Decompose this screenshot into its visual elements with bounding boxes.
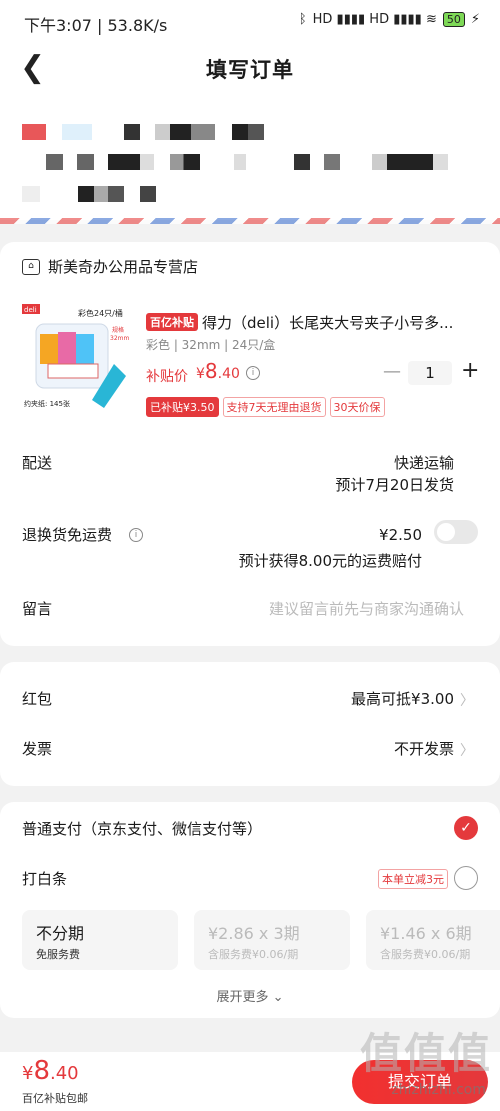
product-tags: 已补贴¥3.50 支持7天无理由退货 30天价保: [146, 397, 385, 417]
plan-sub: 含服务费¥0.06/期: [208, 948, 299, 961]
charging-icon: ⚡: [470, 12, 480, 27]
redacted-block: [232, 124, 264, 140]
chevron-right-icon: 〉: [460, 743, 474, 759]
svg-text:32mm: 32mm: [110, 335, 129, 342]
plan-title: ¥2.86 x 3期: [208, 924, 300, 943]
product-spec: 彩色 | 32mm | 24只/盒: [146, 338, 276, 352]
product-price: ¥8.40: [196, 359, 240, 383]
message-input[interactable]: 建议留言前先与商家沟通确认: [269, 598, 464, 619]
installment-plan-3[interactable]: ¥2.86 x 3期 含服务费¥0.06/期: [194, 910, 350, 970]
redacted-block: [294, 154, 340, 170]
shop-name: 斯美奇办公用品专营店: [48, 258, 199, 276]
status-icons: ᛒ HD ▮▮▮▮ HD ▮▮▮▮ ≋ 50 ⚡: [299, 12, 480, 27]
redpacket-label: 红包: [22, 690, 53, 708]
status-bar: 下午3:07 | 53.8K/s ᛒ HD ▮▮▮▮ HD ▮▮▮▮ ≋ 50 …: [0, 0, 500, 44]
address-block[interactable]: [0, 90, 500, 220]
radio-icon[interactable]: [454, 866, 478, 890]
installment-plan-6[interactable]: ¥1.46 x 6期 含服务费¥0.06/期: [366, 910, 500, 970]
return-fee-toggle[interactable]: [434, 520, 478, 544]
svg-text:规格: 规格: [112, 326, 124, 334]
invoice-label: 发票: [22, 740, 53, 758]
page-title: 填写订单: [206, 58, 294, 82]
return-fee-price: ¥2.50: [379, 526, 422, 544]
subsidy-price-label: 补贴价: [146, 369, 188, 385]
baitiao-label[interactable]: 打白条: [22, 868, 67, 889]
product-thumbnail[interactable]: deli 彩色24只/桶 规格 32mm 约夹纸: 145张: [22, 304, 132, 414]
redacted-block: [22, 186, 40, 202]
product-title[interactable]: 百亿补贴 得力（deli）长尾夹大号夹子小号多...: [146, 312, 476, 333]
thumb-brand: deli: [24, 306, 37, 314]
redacted-block: [124, 124, 140, 140]
signal-icon: HD ▮▮▮▮ HD ▮▮▮▮ ≋: [312, 12, 437, 27]
thumb-count: 约夹纸: 145张: [24, 399, 70, 408]
invoice-value[interactable]: 不开发票: [394, 738, 454, 759]
total-price: ¥8.40: [22, 1056, 79, 1086]
plan-sub: 免服务费: [36, 948, 80, 961]
redacted-block: [140, 186, 156, 202]
expand-more-button[interactable]: 展开更多 ⌄: [0, 986, 500, 1005]
battery-icon: 50: [442, 12, 465, 27]
promo-badge: 本单立减3元: [378, 869, 448, 889]
airmail-divider: [0, 218, 500, 224]
price-protect-tag: 30天价保: [329, 397, 385, 417]
order-card: ⌂ 斯美奇办公用品专营店 deli 彩色24只/桶 规格 32mm 约夹纸: 1…: [0, 242, 500, 646]
clip-jar-icon: deli 彩色24只/桶 规格 32mm 约夹纸: 145张: [22, 304, 129, 408]
redacted-block: [234, 154, 246, 170]
delivery-eta: 预计7月20日发货: [335, 476, 454, 494]
subsidy-tag: 已补贴¥3.50: [146, 397, 219, 417]
redacted-block: [372, 154, 448, 170]
watermark-url: zhizhizhi.com: [391, 1082, 486, 1098]
quantity-input[interactable]: 1: [408, 361, 452, 385]
billion-subsidy-badge: 百亿补贴: [146, 313, 198, 331]
return-tag: 支持7天无理由退货: [222, 397, 326, 417]
return-fee-label: 退换货免运费: [22, 526, 113, 544]
redacted-block: [155, 124, 215, 140]
return-fee-note: 预计获得8.00元的运费赔付: [238, 552, 422, 570]
shop-header[interactable]: ⌂ 斯美奇办公用品专营店: [22, 256, 198, 277]
installment-plan-none[interactable]: 不分期 免服务费: [22, 910, 178, 970]
quantity-plus-button[interactable]: +: [461, 358, 479, 383]
delivery-label: 配送: [22, 454, 53, 472]
thumb-title: 彩色24只/桶: [78, 308, 123, 318]
redacted-block: [46, 154, 94, 170]
info-icon[interactable]: i: [129, 528, 143, 542]
toggle-knob: [437, 523, 455, 541]
checked-radio-icon[interactable]: ✓: [454, 816, 478, 840]
product-title-text: 得力（deli）长尾夹大号夹子小号多...: [202, 314, 454, 332]
message-label: 留言: [22, 600, 53, 618]
plan-title: 不分期: [36, 924, 85, 943]
total-note: 百亿补贴包邮: [22, 1092, 88, 1105]
redacted-block: [62, 124, 92, 140]
nav-bar: ❮ 填写订单: [0, 44, 500, 90]
delivery-method[interactable]: 快递运输: [394, 452, 454, 473]
plan-sub: 含服务费¥0.06/期: [380, 948, 471, 961]
redacted-block: [108, 154, 154, 170]
status-time: 下午3:07 | 53.8K/s: [24, 16, 168, 35]
info-icon[interactable]: i: [246, 366, 260, 380]
discount-card: 红包 最高可抵¥3.00 〉 发票 不开发票 〉: [0, 662, 500, 786]
shop-icon: ⌂: [22, 258, 40, 275]
normal-pay-label[interactable]: 普通支付（京东支付、微信支付等）: [22, 818, 262, 839]
watermark-logo: 值值值: [359, 1029, 492, 1078]
redpacket-value[interactable]: 最高可抵¥3.00: [351, 688, 454, 709]
redacted-block: [78, 186, 124, 202]
redacted-block: [170, 154, 200, 170]
bluetooth-icon: ᛒ: [298, 12, 307, 27]
chevron-right-icon: 〉: [460, 693, 474, 709]
quantity-minus-button[interactable]: —: [383, 361, 401, 382]
redacted-block: [22, 124, 46, 140]
plan-title: ¥1.46 x 6期: [380, 924, 472, 943]
